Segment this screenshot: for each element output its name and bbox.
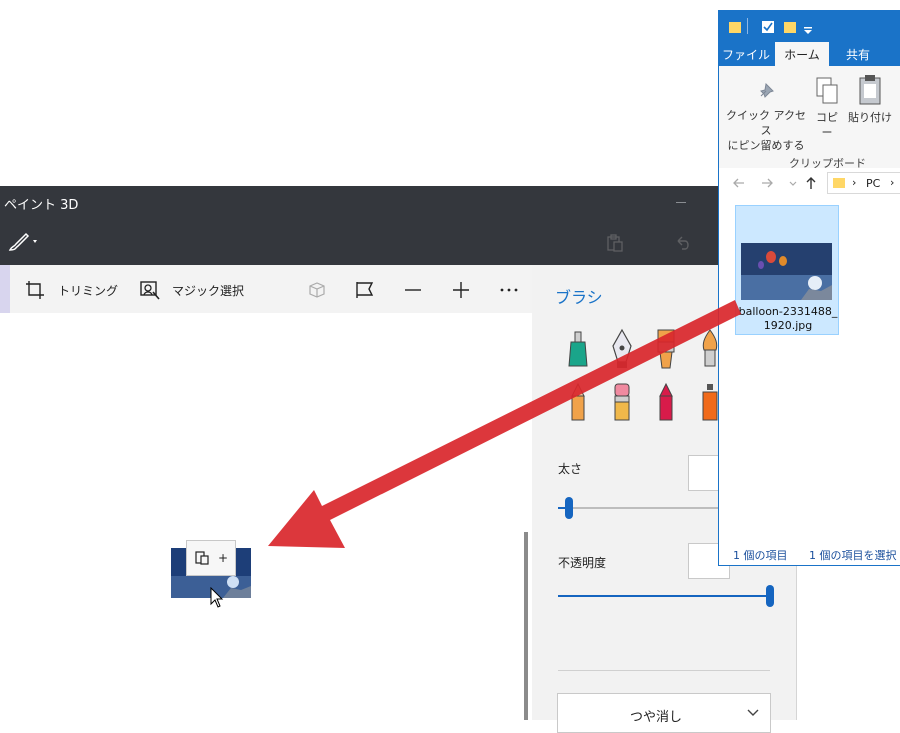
address-location[interactable]: PC — [866, 177, 880, 190]
chevron-down-icon[interactable] — [803, 21, 813, 40]
item-count: 1 個の項目 — [733, 549, 788, 562]
paint3d-command-bar — [0, 220, 720, 265]
copy-label: コピー — [816, 111, 838, 139]
size-slider-thumb[interactable] — [564, 497, 573, 519]
panel-title: ブラシ — [555, 288, 603, 307]
address-separator: › — [852, 176, 857, 189]
eraser-icon[interactable] — [606, 382, 638, 424]
calligraphy-pen-icon[interactable] — [606, 328, 638, 370]
tab-file[interactable]: ファイル — [719, 42, 773, 66]
pencil-icon[interactable] — [562, 382, 594, 424]
opacity-slider-fill — [558, 595, 770, 597]
3d-object-icon[interactable] — [306, 279, 328, 301]
finish-value: つや消し — [630, 710, 683, 725]
zoom-in-icon[interactable] — [450, 279, 472, 301]
file-name-line1: balloon-2331488_ — [738, 305, 838, 318]
divider-icon — [747, 18, 749, 38]
pin-label-line2: にピン留めする — [727, 139, 805, 152]
more-options-icon[interactable] — [498, 279, 520, 301]
copy-icon — [816, 77, 838, 104]
copy-button[interactable]: コピー — [811, 76, 843, 140]
window-title: ペイント 3D — [4, 198, 79, 213]
pin-quick-access-button[interactable]: クイック アクセス にピン留めする — [723, 78, 809, 153]
explorer-navbar: › PC › — [719, 168, 900, 198]
tab-home[interactable]: ホーム — [775, 42, 829, 66]
address-bar[interactable]: › PC › — [827, 172, 900, 194]
tab-share[interactable]: 共有 — [831, 42, 885, 66]
explorer-titlebar — [719, 11, 900, 42]
sticker-flag-icon[interactable] — [354, 279, 376, 301]
forward-icon[interactable] — [759, 175, 775, 191]
selected-count: 1 個の項目を選択 — [809, 549, 897, 562]
panel-divider — [558, 670, 770, 671]
zoom-out-icon[interactable] — [402, 279, 424, 301]
new-folder-icon[interactable] — [783, 19, 797, 38]
brush-menu-icon[interactable] — [6, 230, 40, 254]
ribbon-home: クイック アクセス にピン留めする コピー 貼り付け クリップボード — [719, 66, 900, 170]
finish-dropdown[interactable]: つや消し — [557, 693, 771, 733]
pin-icon — [760, 82, 774, 98]
paste-label: 貼り付け — [848, 111, 892, 124]
paint3d-titlebar: ペイント 3D — [0, 186, 720, 220]
opacity-slider-thumb[interactable] — [766, 585, 774, 607]
opacity-label: 不透明度 — [558, 556, 607, 570]
pin-label-line1: クイック アクセス — [726, 109, 806, 137]
file-name-line2: 1920.jpg — [763, 319, 813, 332]
crop-icon[interactable] — [24, 279, 46, 301]
oil-brush-icon[interactable] — [650, 328, 682, 370]
file-explorer-window: ファイル ホーム 共有 クイック アクセス にピン留めする コピー 貼り付け ク… — [718, 10, 900, 566]
magic-select-icon[interactable] — [139, 279, 161, 301]
paint3d-toolbar: トリミング マジック選択 — [0, 265, 532, 313]
copy-plus-label: + — [217, 551, 229, 565]
up-arrow-icon[interactable] — [803, 175, 819, 191]
chevron-down-icon — [746, 706, 760, 718]
size-label: 太さ — [558, 462, 583, 476]
file-item-selected[interactable]: balloon-2331488_ 1920.jpg — [735, 205, 839, 335]
crayon-icon[interactable] — [650, 382, 682, 424]
paste-icon — [195, 551, 209, 565]
status-bar: 1 個の項目 1 個の項目を選択 — [719, 543, 900, 565]
minimize-button[interactable] — [676, 202, 686, 203]
paint-canvas[interactable] — [0, 313, 532, 720]
address-separator: › — [890, 176, 895, 189]
file-thumbnail — [741, 243, 832, 300]
recent-chevron-icon[interactable] — [785, 175, 801, 191]
file-name: balloon-2331488_ 1920.jpg — [736, 305, 840, 333]
folder-icon — [833, 178, 845, 188]
ribbon-tabs: ファイル ホーム 共有 — [719, 42, 900, 66]
back-icon[interactable] — [731, 175, 747, 191]
canvas-scrollbar[interactable] — [524, 532, 528, 720]
clipboard-icon — [859, 75, 881, 105]
marker-icon[interactable] — [562, 328, 594, 370]
crop-button[interactable]: トリミング — [58, 279, 118, 301]
drop-copy-tooltip: + — [186, 540, 236, 576]
mouse-cursor-icon — [210, 586, 224, 609]
folder-icon — [728, 19, 742, 38]
undo-icon[interactable] — [672, 232, 694, 254]
paste-icon[interactable] — [604, 232, 626, 254]
properties-icon[interactable] — [761, 19, 775, 38]
toolbar-accent — [0, 265, 10, 313]
paste-button[interactable]: 貼り付け — [847, 74, 893, 125]
magic-select-button[interactable]: マジック選択 — [172, 279, 244, 301]
